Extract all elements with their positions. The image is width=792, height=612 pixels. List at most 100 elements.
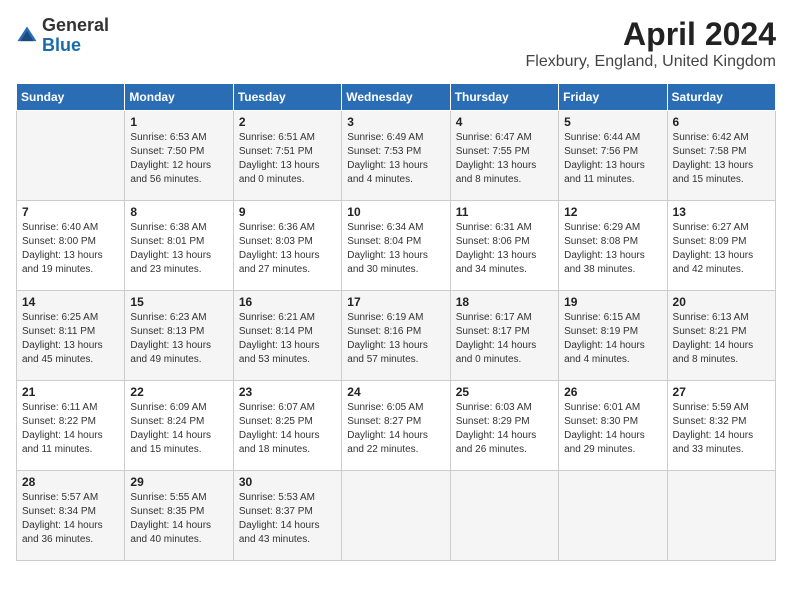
day-number: 22 [130,385,227,399]
calendar-cell [342,471,450,561]
calendar-cell: 20 Sunrise: 6:13 AMSunset: 8:21 PMDayligh… [667,291,775,381]
day-info: Sunrise: 6:40 AMSunset: 8:00 PMDaylight:… [22,221,119,277]
calendar-cell: 30 Sunrise: 5:53 AMSunset: 8:37 PMDayligh… [233,471,341,561]
day-info: Sunrise: 6:21 AMSunset: 8:14 PMDaylight:… [239,311,336,367]
calendar-cell: 19 Sunrise: 6:15 AMSunset: 8:19 PMDayligh… [559,291,667,381]
logo-blue: Blue [42,36,109,56]
calendar-cell: 25 Sunrise: 6:03 AMSunset: 8:29 PMDayligh… [450,381,558,471]
calendar-cell: 7 Sunrise: 6:40 AMSunset: 8:00 PMDaylight… [17,201,125,291]
calendar-cell: 10Sunrise: 6:34 AMSunset: 8:04 PMDayligh… [342,201,450,291]
calendar-cell: 8 Sunrise: 6:38 AMSunset: 8:01 PMDaylight… [125,201,233,291]
day-number: 28 [22,475,119,489]
day-info: Sunrise: 6:29 AMSunset: 8:08 PMDaylight:… [564,221,661,277]
day-number: 6 [673,115,770,129]
header: General Blue April 2024 Flexbury, Englan… [16,16,776,71]
day-number: 12 [564,205,661,219]
calendar-cell: 28 Sunrise: 5:57 AMSunset: 8:34 PMDayligh… [17,471,125,561]
calendar-cell [450,471,558,561]
day-number: 29 [130,475,227,489]
day-number: 26 [564,385,661,399]
day-header-sunday: Sunday [17,84,125,111]
week-row-5: 28 Sunrise: 5:57 AMSunset: 8:34 PMDayligh… [17,471,776,561]
day-number: 7 [22,205,119,219]
month-year: April 2024 [525,16,776,53]
day-header-friday: Friday [559,84,667,111]
calendar-cell: 11 Sunrise: 6:31 AMSunset: 8:06 PMDayligh… [450,201,558,291]
day-number: 9 [239,205,336,219]
day-number: 11 [456,205,553,219]
day-info: Sunrise: 6:19 AMSunset: 8:16 PMDaylight:… [347,311,444,367]
day-info: Sunrise: 6:09 AMSunset: 8:24 PMDaylight:… [130,401,227,457]
day-number: 5 [564,115,661,129]
day-info: Sunrise: 6:03 AMSunset: 8:29 PMDaylight:… [456,401,553,457]
calendar-cell: 17 Sunrise: 6:19 AMSunset: 8:16 PMDayligh… [342,291,450,381]
day-info: Sunrise: 6:11 AMSunset: 8:22 PMDaylight:… [22,401,119,457]
day-info: Sunrise: 6:17 AMSunset: 8:17 PMDaylight:… [456,311,553,367]
day-number: 16 [239,295,336,309]
calendar-cell: 9Sunrise: 6:36 AMSunset: 8:03 PMDaylight… [233,201,341,291]
calendar-cell: 1 Sunrise: 6:53 AMSunset: 7:50 PMDaylight… [125,111,233,201]
calendar-cell: 5Sunrise: 6:44 AMSunset: 7:56 PMDaylight… [559,111,667,201]
day-number: 1 [130,115,227,129]
day-info: Sunrise: 6:13 AMSunset: 8:21 PMDaylight:… [673,311,770,367]
day-number: 30 [239,475,336,489]
day-info: Sunrise: 6:53 AMSunset: 7:50 PMDaylight:… [130,131,227,187]
day-header-monday: Monday [125,84,233,111]
calendar-cell: 24 Sunrise: 6:05 AMSunset: 8:27 PMDayligh… [342,381,450,471]
calendar-cell: 15Sunrise: 6:23 AMSunset: 8:13 PMDayligh… [125,291,233,381]
day-info: Sunrise: 5:53 AMSunset: 8:37 PMDaylight:… [239,491,336,547]
calendar-cell [667,471,775,561]
day-info: Sunrise: 6:07 AMSunset: 8:25 PMDaylight:… [239,401,336,457]
calendar-cell: 22 Sunrise: 6:09 AMSunset: 8:24 PMDayligh… [125,381,233,471]
day-info: Sunrise: 6:27 AMSunset: 8:09 PMDaylight:… [673,221,770,277]
day-number: 19 [564,295,661,309]
day-number: 25 [456,385,553,399]
day-number: 20 [673,295,770,309]
day-number: 15 [130,295,227,309]
calendar-cell: 16 Sunrise: 6:21 AMSunset: 8:14 PMDayligh… [233,291,341,381]
calendar-cell: 2Sunrise: 6:51 AMSunset: 7:51 PMDaylight… [233,111,341,201]
location: Flexbury, England, United Kingdom [525,53,776,71]
day-info: Sunrise: 6:31 AMSunset: 8:06 PMDaylight:… [456,221,553,277]
calendar-cell: 6Sunrise: 6:42 AMSunset: 7:58 PMDaylight… [667,111,775,201]
calendar-cell: 29Sunrise: 5:55 AMSunset: 8:35 PMDayligh… [125,471,233,561]
logo: General Blue [16,16,109,56]
day-info: Sunrise: 6:34 AMSunset: 8:04 PMDaylight:… [347,221,444,277]
day-number: 24 [347,385,444,399]
logo-general: General [42,16,109,36]
day-number: 8 [130,205,227,219]
week-row-1: 1 Sunrise: 6:53 AMSunset: 7:50 PMDaylight… [17,111,776,201]
day-number: 13 [673,205,770,219]
day-info: Sunrise: 6:38 AMSunset: 8:01 PMDaylight:… [130,221,227,277]
calendar-cell: 4Sunrise: 6:47 AMSunset: 7:55 PMDaylight… [450,111,558,201]
header-row: SundayMondayTuesdayWednesdayThursdayFrid… [17,84,776,111]
day-info: Sunrise: 6:49 AMSunset: 7:53 PMDaylight:… [347,131,444,187]
week-row-4: 21 Sunrise: 6:11 AMSunset: 8:22 PMDayligh… [17,381,776,471]
day-number: 3 [347,115,444,129]
calendar-cell: 18 Sunrise: 6:17 AMSunset: 8:17 PMDayligh… [450,291,558,381]
day-info: Sunrise: 6:01 AMSunset: 8:30 PMDaylight:… [564,401,661,457]
calendar-table: SundayMondayTuesdayWednesdayThursdayFrid… [16,83,776,561]
calendar-cell: 27Sunrise: 5:59 AMSunset: 8:32 PMDayligh… [667,381,775,471]
day-number: 17 [347,295,444,309]
logo-icon [16,25,38,47]
day-header-thursday: Thursday [450,84,558,111]
calendar-cell: 26 Sunrise: 6:01 AMSunset: 8:30 PMDayligh… [559,381,667,471]
day-header-tuesday: Tuesday [233,84,341,111]
day-number: 18 [456,295,553,309]
day-info: Sunrise: 5:57 AMSunset: 8:34 PMDaylight:… [22,491,119,547]
day-info: Sunrise: 6:25 AMSunset: 8:11 PMDaylight:… [22,311,119,367]
calendar-cell: 21 Sunrise: 6:11 AMSunset: 8:22 PMDayligh… [17,381,125,471]
day-number: 2 [239,115,336,129]
day-header-saturday: Saturday [667,84,775,111]
title-section: April 2024 Flexbury, England, United Kin… [525,16,776,71]
calendar-cell: 14Sunrise: 6:25 AMSunset: 8:11 PMDayligh… [17,291,125,381]
day-number: 23 [239,385,336,399]
day-info: Sunrise: 6:15 AMSunset: 8:19 PMDaylight:… [564,311,661,367]
week-row-3: 14Sunrise: 6:25 AMSunset: 8:11 PMDayligh… [17,291,776,381]
day-header-wednesday: Wednesday [342,84,450,111]
calendar-cell [559,471,667,561]
day-info: Sunrise: 6:05 AMSunset: 8:27 PMDaylight:… [347,401,444,457]
calendar-cell: 23 Sunrise: 6:07 AMSunset: 8:25 PMDayligh… [233,381,341,471]
day-number: 21 [22,385,119,399]
